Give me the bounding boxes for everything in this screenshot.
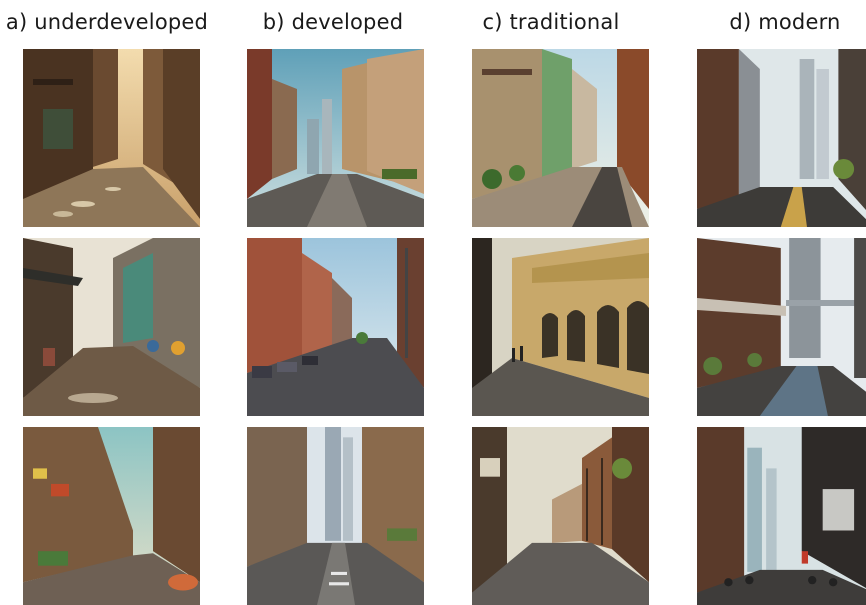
photo-traditional-3 — [472, 427, 649, 605]
column-header-developed: b) developed — [262, 10, 404, 34]
photo-developed-2 — [247, 238, 424, 416]
photo-modern-3 — [697, 427, 866, 605]
photo-traditional-1 — [472, 49, 649, 227]
photo-developed-3 — [247, 427, 424, 605]
column-header-underdeveloped: a) underdeveloped — [5, 10, 209, 34]
photo-developed-1 — [247, 49, 424, 227]
photo-underdeveloped-3 — [23, 427, 200, 605]
photo-traditional-2 — [472, 238, 649, 416]
column-header-traditional: c) traditional — [482, 10, 620, 34]
photo-modern-2 — [697, 238, 866, 416]
photo-modern-1 — [697, 49, 866, 227]
column-header-modern: d) modern — [729, 10, 841, 34]
photo-underdeveloped-1 — [23, 49, 200, 227]
photo-underdeveloped-2 — [23, 238, 200, 416]
